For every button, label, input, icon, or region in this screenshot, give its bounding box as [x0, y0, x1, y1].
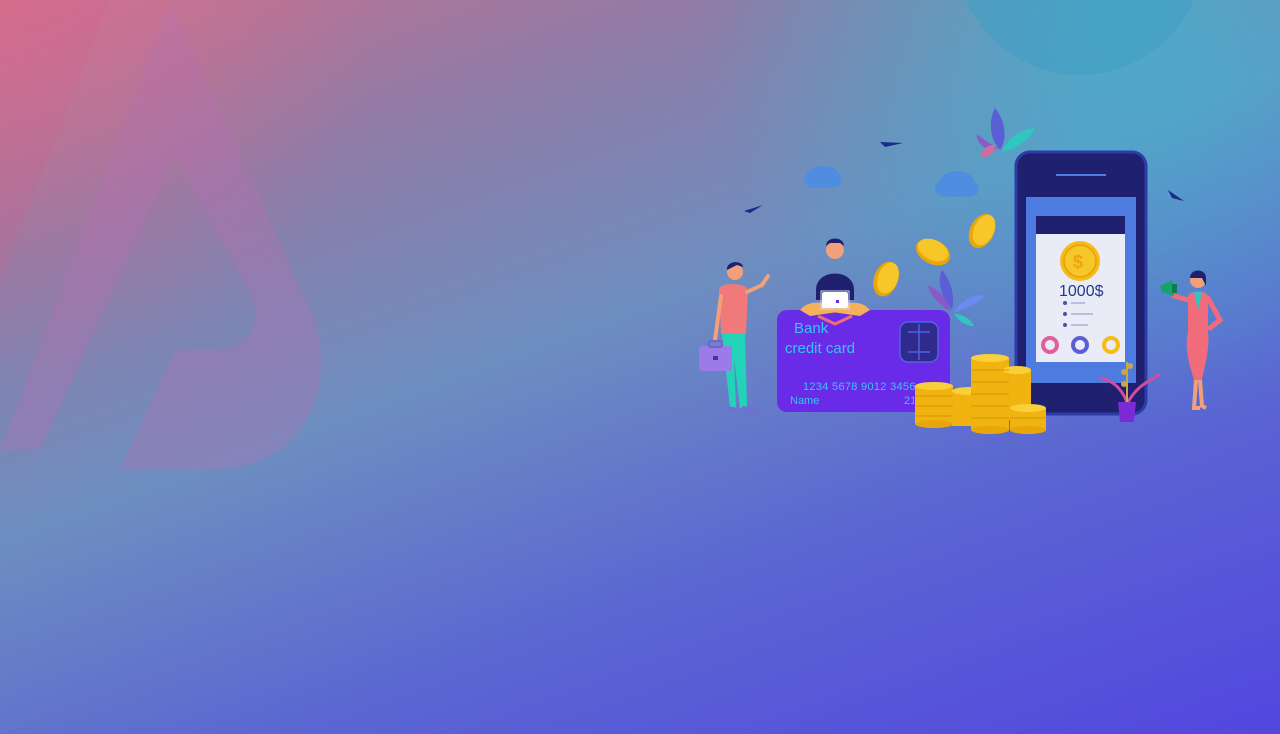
card-bank-label: Bank [794, 320, 829, 337]
coin-icon [915, 238, 951, 266]
cloud-icon [804, 166, 842, 188]
leaf-icon [976, 108, 1035, 158]
logo-mark-icon [0, 0, 322, 470]
payment-illustration: $ Bank credit card 1234 5678 9012 3456 N… [690, 100, 1250, 440]
paper-plane-icon [1168, 190, 1184, 201]
balance-amount: 1000$ [1059, 283, 1104, 300]
coin-symbol: $ [1073, 252, 1083, 272]
coin-icon [873, 261, 899, 297]
card-number: 1234 5678 9012 3456 [803, 381, 916, 393]
card-type-label: credit card [785, 340, 856, 357]
cloud-icon [935, 171, 979, 197]
person-sitting [800, 238, 870, 326]
card-name-label: Name [790, 395, 820, 407]
coin-icon [968, 213, 996, 249]
paper-plane-icon [744, 205, 763, 213]
card-expiry: 21 [904, 395, 914, 407]
person-with-briefcase [713, 262, 770, 412]
person-woman [1171, 270, 1224, 410]
paper-plane-icon [880, 142, 903, 147]
